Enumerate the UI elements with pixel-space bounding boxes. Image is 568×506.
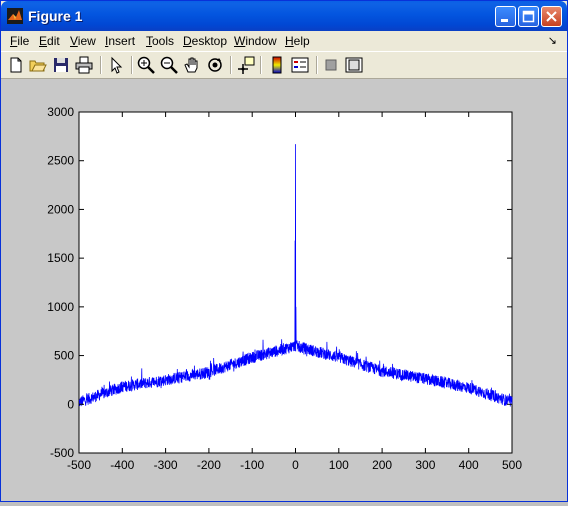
y-tick-label: -500 (50, 446, 74, 460)
y-tick-label: 1000 (47, 300, 74, 314)
pan-hand-icon[interactable] (182, 55, 202, 75)
y-tick-label: 3000 (47, 105, 74, 119)
window-title: Figure 1 (28, 8, 83, 24)
close-button[interactable] (541, 6, 562, 27)
menu-view-mnemonic: V (70, 34, 78, 48)
x-tick-label: 500 (502, 458, 522, 472)
x-tick-label: 300 (415, 458, 435, 472)
figure-window: Figure 1 File Edit View Insert Tools Des… (0, 0, 568, 502)
edit-plot-arrow-icon[interactable] (106, 55, 126, 75)
menu-window-label: indow (245, 34, 277, 48)
save-icon[interactable] (51, 55, 71, 75)
menu-window[interactable]: Window (234, 34, 277, 48)
data-cursor-icon[interactable] (236, 55, 256, 75)
menu-tools-label: ools (152, 34, 175, 48)
x-tick-label: -500 (67, 458, 91, 472)
title-bar[interactable]: Figure 1 (1, 1, 567, 31)
minimize-button[interactable] (495, 6, 516, 27)
x-tick-label: 100 (329, 458, 349, 472)
x-tick-label: 200 (372, 458, 392, 472)
y-tick-label: 2000 (47, 202, 74, 216)
menu-edit-label: dit (47, 34, 60, 48)
minimize-icon (501, 19, 508, 22)
toolbar-separator (260, 56, 262, 74)
open-file-icon[interactable] (28, 55, 48, 75)
zoom-out-icon[interactable] (159, 55, 179, 75)
matlab-icon (7, 8, 23, 24)
toolbar-separator (230, 56, 232, 74)
close-icon (546, 11, 557, 22)
menu-insert[interactable]: Insert (105, 34, 135, 48)
menu-edit[interactable]: Edit (39, 34, 60, 48)
toolbar-separator (100, 56, 102, 74)
toolbar-separator (131, 56, 133, 74)
x-tick-label: 0 (292, 458, 299, 472)
x-tick-label: -400 (110, 458, 134, 472)
menu-help[interactable]: Help (285, 34, 310, 48)
y-tick-label: 2500 (47, 154, 74, 168)
menu-insert-label: nsert (108, 34, 136, 48)
menu-edit-mnemonic: E (39, 34, 48, 48)
menu-help-mnemonic: H (285, 34, 294, 48)
y-tick-label: 1500 (47, 251, 74, 265)
maximize-icon (522, 10, 535, 23)
figure-toolbar (1, 51, 567, 79)
print-icon[interactable] (74, 55, 94, 75)
x-tick-label: 400 (459, 458, 479, 472)
y-tick-label: 0 (67, 397, 74, 411)
maximize-button[interactable] (518, 6, 539, 27)
menu-desktop-label: esktop (191, 34, 228, 48)
x-tick-label: -200 (197, 458, 221, 472)
new-figure-icon[interactable] (6, 55, 26, 75)
plot-svg[interactable]: -500 -400 -300 -200 -100 0 100 200 300 400 500 -500… (1, 79, 567, 501)
figure-canvas: -500 -400 -300 -200 -100 0 100 200 300 400 500 -500… (1, 79, 567, 501)
toolbar-separator (316, 56, 318, 74)
menu-tools[interactable]: Tools (146, 34, 174, 48)
menu-file-label: ile (17, 34, 30, 48)
menu-view-label: iew (77, 34, 96, 48)
x-tick-label: -300 (154, 458, 178, 472)
y-tick-label: 500 (54, 349, 74, 363)
hide-plot-tools-icon[interactable] (321, 55, 341, 75)
show-plot-tools-icon[interactable] (344, 55, 364, 75)
menu-view[interactable]: View (70, 34, 96, 48)
colorbar-icon[interactable] (267, 55, 287, 75)
menu-desktop-mnemonic: D (183, 34, 192, 48)
menu-file[interactable]: File (10, 34, 29, 48)
menu-window-mnemonic: W (234, 34, 246, 48)
menu-help-label: elp (293, 34, 310, 48)
menu-desktop[interactable]: Desktop (183, 34, 227, 48)
menu-bar: File Edit View Insert Tools Desktop Wind… (1, 31, 567, 51)
rotate-3d-icon[interactable] (205, 55, 225, 75)
x-tick-label: -100 (240, 458, 264, 472)
dock-figure-arrow[interactable]: ↘ (548, 34, 557, 47)
legend-icon[interactable] (290, 55, 310, 75)
zoom-in-icon[interactable] (136, 55, 156, 75)
